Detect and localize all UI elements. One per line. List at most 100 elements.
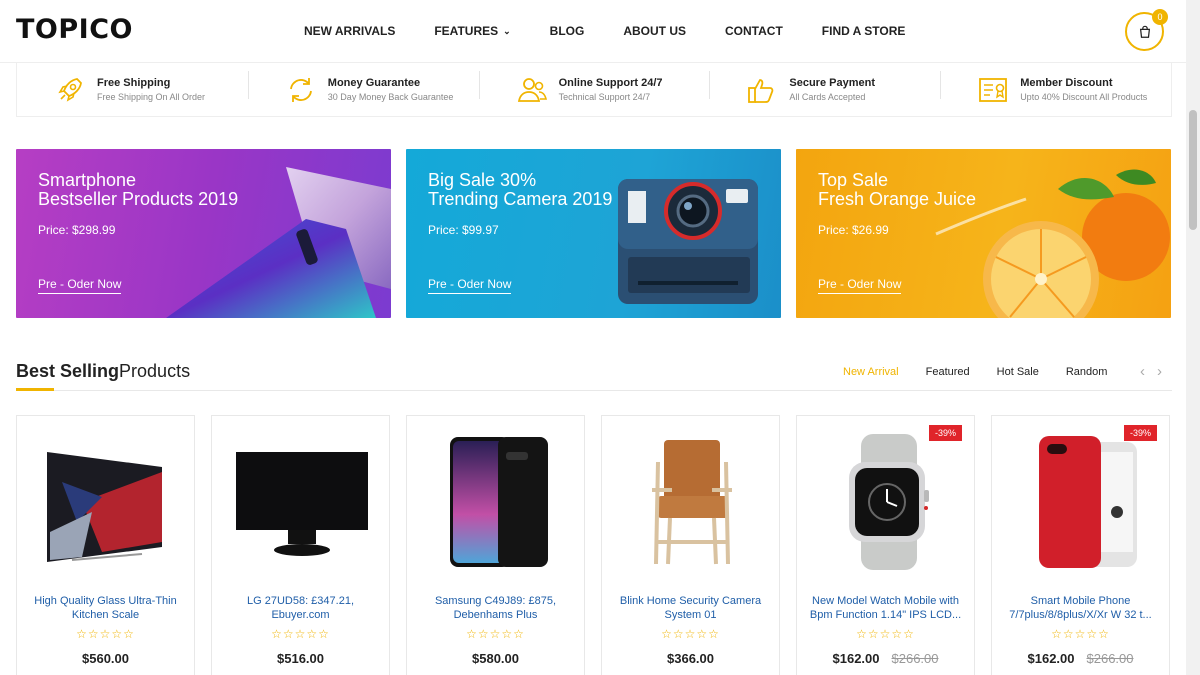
nav-label: FIND A STORE	[821, 24, 906, 38]
rocket-icon	[58, 77, 82, 102]
tab-hot-sale[interactable]: Hot Sale	[997, 366, 1039, 378]
product-image[interactable]	[602, 432, 781, 572]
tab-featured[interactable]: Featured	[926, 366, 970, 378]
feature-title: Money Guarantee	[327, 77, 421, 89]
old-price: $266.00	[1086, 651, 1134, 666]
feature-money-guarantee: Money Guarantee 30 Day Money Back Guarant…	[247, 63, 479, 116]
product-image[interactable]	[212, 432, 391, 572]
product-image[interactable]	[407, 432, 586, 572]
chevron-left-icon[interactable]: ‹	[1140, 363, 1145, 380]
nav-label: CONTACT	[725, 24, 783, 38]
feature-subtitle: All Cards Accepted	[789, 92, 866, 102]
refresh-icon	[289, 77, 312, 102]
banner-price: Price: $26.99	[818, 223, 889, 237]
banner-title-line: Bestseller Products 2019	[38, 189, 239, 209]
feature-secure-payment: Secure Payment All Cards Accepted	[709, 63, 940, 116]
banner-title-line: Trending Camera 2019	[428, 189, 613, 209]
cart-count-badge: 0	[1152, 9, 1168, 25]
product-name-link[interactable]: New Model Watch Mobile with Bpm Function…	[803, 594, 968, 622]
star-rating: ☆☆☆☆☆	[466, 627, 525, 641]
product-price: $560.00	[82, 651, 129, 666]
banner-camera[interactable]: Big Sale 30% Trending Camera 2019 Price: …	[406, 149, 781, 318]
star-rating: ☆☆☆☆☆	[856, 627, 915, 641]
banner-price: Price: $298.99	[38, 223, 116, 237]
pre-order-link[interactable]: Pre - Oder Now	[428, 277, 512, 294]
product-price: $162.00	[832, 651, 880, 666]
thumbs-up-icon	[748, 78, 774, 103]
product-price: $516.00	[277, 651, 324, 666]
scrollbar-thumb[interactable]	[1189, 110, 1197, 230]
star-rating: ☆☆☆☆☆	[1051, 627, 1110, 641]
product-card[interactable]: LG 27UD58: £347.21, Ebuyer.com ☆☆☆☆☆ $51…	[211, 415, 390, 675]
product-card[interactable]: High Quality Glass Ultra-Thin Kitchen Sc…	[16, 415, 195, 675]
nav-find-a-store[interactable]: FIND A STORE	[822, 24, 906, 38]
product-card[interactable]: Samsung C49J89: £875, Debenhams Plus ☆☆☆…	[406, 415, 585, 675]
discount-badge: -39%	[928, 425, 962, 441]
carousel-arrows: ‹ ›	[1140, 363, 1174, 380]
section-divider	[16, 390, 1172, 391]
nav-blog[interactable]: BLOG	[550, 24, 585, 38]
support-icon	[517, 77, 547, 102]
nav-label: ABOUT US	[623, 24, 687, 38]
product-price-row: $162.00 $266.00	[797, 651, 974, 666]
cart-button[interactable]: 0	[1125, 9, 1168, 51]
product-price: $366.00	[667, 651, 714, 666]
member-card-icon	[979, 77, 1008, 102]
discount-badge: -39%	[1123, 425, 1157, 441]
feature-title: Free Shipping	[97, 77, 171, 89]
main-nav: NEW ARRIVALS FEATURES ⌄ BLOG ABOUT US CON…	[304, 24, 944, 38]
section-accent-bar	[16, 388, 54, 391]
product-name-link[interactable]: Blink Home Security Camera System 01	[608, 594, 773, 622]
section-title-rest: Products	[119, 361, 191, 381]
product-grid: High Quality Glass Ultra-Thin Kitchen Sc…	[16, 415, 1170, 675]
product-image[interactable]	[992, 432, 1171, 572]
nav-features[interactable]: FEATURES ⌄	[434, 24, 510, 38]
pre-order-link[interactable]: Pre - Oder Now	[38, 277, 122, 294]
nav-new-arrivals[interactable]: NEW ARRIVALS	[304, 24, 395, 38]
nav-label: BLOG	[549, 24, 585, 38]
features-strip: Free Shipping Free Shipping On All Order …	[16, 63, 1172, 117]
product-price-row: $162.00 $266.00	[992, 651, 1169, 666]
feature-free-shipping: Free Shipping Free Shipping On All Order	[17, 63, 248, 116]
product-name-link[interactable]: LG 27UD58: £347.21, Ebuyer.com	[218, 594, 383, 622]
chevron-right-icon[interactable]: ›	[1157, 363, 1162, 380]
banner-smartphone[interactable]: Smartphone Bestseller Products 2019 Price…	[16, 149, 391, 318]
product-name-link[interactable]: High Quality Glass Ultra-Thin Kitchen Sc…	[23, 594, 188, 622]
star-rating: ☆☆☆☆☆	[661, 627, 720, 641]
product-price: $580.00	[472, 651, 519, 666]
nav-label: FEATURES	[434, 24, 499, 38]
product-name-link[interactable]: Smart Mobile Phone 7/7plus/8/8plus/X/Xr …	[998, 594, 1163, 622]
banner-orange-juice[interactable]: Top Sale Fresh Orange Juice Price: $26.99…	[796, 149, 1171, 318]
product-price: $162.00	[1027, 651, 1075, 666]
feature-online-support: Online Support 24/7 Technical Support 24/…	[478, 63, 710, 116]
banner-title-line: Big Sale 30%	[428, 170, 537, 190]
banner-title-line: Fresh Orange Juice	[818, 189, 977, 209]
banner-title-line: Smartphone	[38, 170, 137, 190]
product-card[interactable]: Blink Home Security Camera System 01 ☆☆☆…	[601, 415, 780, 675]
nav-contact[interactable]: CONTACT	[725, 24, 783, 38]
banner-title: Top Sale Fresh Orange Juice	[818, 171, 976, 209]
pre-order-link[interactable]: Pre - Oder Now	[818, 277, 902, 294]
feature-title: Online Support 24/7	[558, 77, 663, 89]
product-price-row: $516.00	[212, 651, 389, 666]
page-scrollbar[interactable]	[1186, 0, 1200, 675]
nav-about-us[interactable]: ABOUT US	[623, 24, 686, 38]
star-rating: ☆☆☆☆☆	[76, 627, 135, 641]
product-card[interactable]: -39% Smart Mobile Phone 7/7plus/8/8plus/…	[991, 415, 1170, 675]
product-image[interactable]	[797, 432, 976, 572]
site-logo[interactable]: TOPICO	[16, 14, 133, 45]
section-title: Best SellingProducts	[16, 361, 190, 382]
product-card[interactable]: -39% New Model Watch Mobile with Bpm Fun…	[796, 415, 975, 675]
banner-title: Big Sale 30% Trending Camera 2019	[428, 171, 612, 209]
site-header: TOPICO NEW ARRIVALS FEATURES ⌄ BLOG ABOUT…	[0, 0, 1186, 63]
tab-new-arrival[interactable]: New Arrival	[843, 366, 899, 378]
product-image[interactable]	[17, 432, 196, 572]
chevron-down-icon: ⌄	[503, 25, 511, 36]
feature-subtitle: 30 Day Money Back Guarantee	[327, 92, 454, 102]
feature-title: Member Discount	[1020, 77, 1113, 89]
tab-random[interactable]: Random	[1066, 366, 1108, 378]
product-name-link[interactable]: Samsung C49J89: £875, Debenhams Plus	[413, 594, 578, 622]
banner-title: Smartphone Bestseller Products 2019	[38, 171, 238, 209]
star-rating: ☆☆☆☆☆	[271, 627, 330, 641]
product-tabs: New Arrival Featured Hot Sale Random	[843, 366, 1134, 378]
